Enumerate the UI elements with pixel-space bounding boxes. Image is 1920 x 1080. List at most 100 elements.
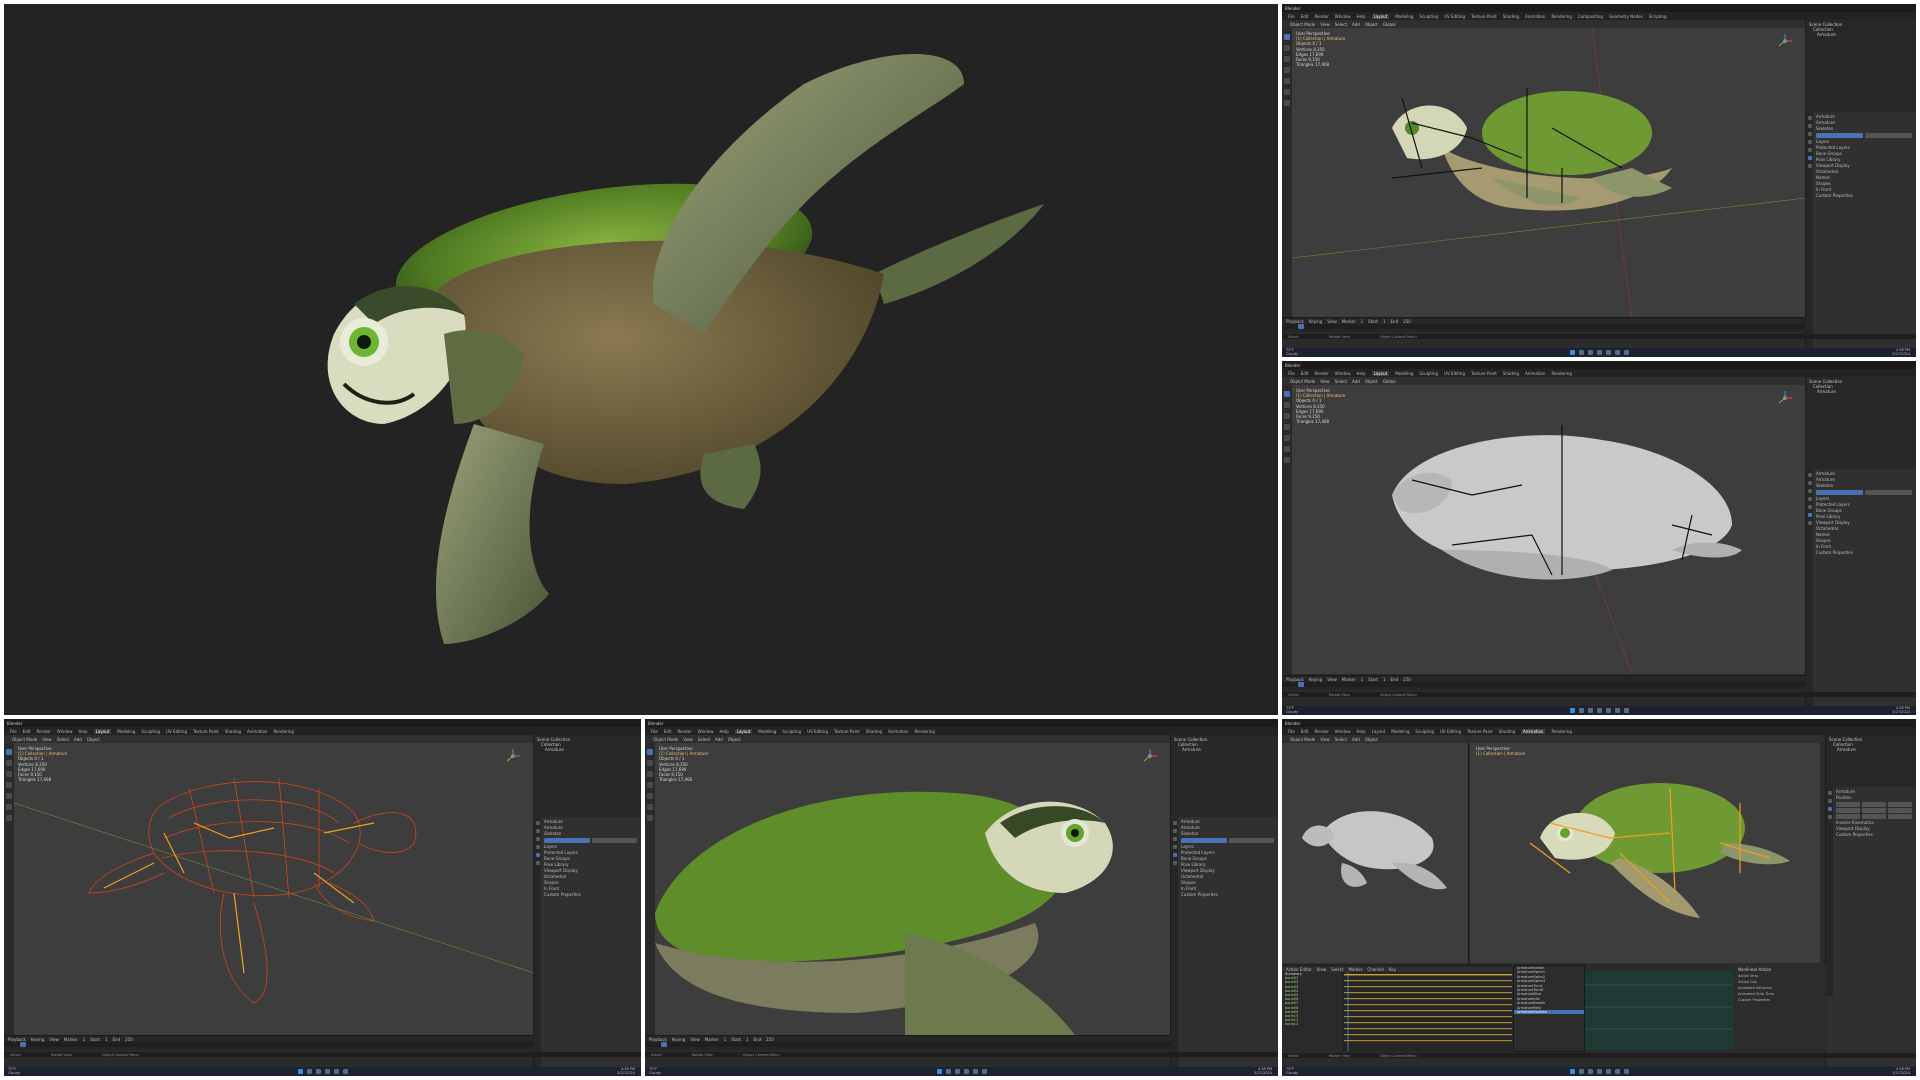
add-menu[interactable]: Add [1352, 379, 1360, 384]
timeline-view[interactable]: View [1327, 319, 1337, 324]
object-menu[interactable]: Object [1365, 379, 1378, 384]
dopesheet-channel[interactable]: Channel [1367, 967, 1383, 972]
tab-animation[interactable]: Animation [1525, 14, 1545, 19]
tab-animation[interactable]: Animation [888, 729, 908, 734]
menu-edit[interactable]: Edit [1301, 729, 1309, 734]
action-dropdown[interactable]: ArmatureAction ArmatureSwim1 ArmatureSwi… [1513, 965, 1585, 1052]
view-menu[interactable]: View [1320, 379, 1330, 384]
explorer-icon[interactable] [1596, 1069, 1602, 1074]
weather-widget[interactable]: 75°F Cloudy [8, 1067, 20, 1075]
rotate-icon[interactable] [6, 771, 12, 777]
weather-widget[interactable]: 75°F Cloudy [1286, 706, 1298, 714]
outliner-item[interactable]: Armature [1829, 747, 1913, 752]
menu-file[interactable]: File [1288, 371, 1295, 376]
menu-render[interactable]: Render [1314, 371, 1328, 376]
menu-file[interactable]: File [1288, 729, 1295, 734]
tab-sculpting[interactable]: Sculpting [1419, 371, 1438, 376]
tab-modeling[interactable]: Modeling [1395, 14, 1413, 19]
browser-icon[interactable] [1605, 1069, 1611, 1074]
mode-select[interactable]: Object Mode [1290, 22, 1315, 27]
object-tab-icon[interactable] [1807, 148, 1812, 152]
windows-icon[interactable] [1569, 350, 1575, 355]
bone-tab-icon[interactable] [535, 861, 540, 865]
annotate-icon[interactable] [1284, 446, 1290, 452]
menu-help[interactable]: Help [719, 729, 728, 734]
timeline-keying[interactable]: Keying [1309, 319, 1322, 324]
scene-tab-icon[interactable] [1827, 799, 1832, 803]
scale-icon[interactable] [1284, 67, 1290, 73]
cursor-icon[interactable] [647, 749, 653, 755]
object-tab-icon[interactable] [1807, 505, 1812, 509]
weather-widget[interactable]: 75°F Cloudy [1286, 1067, 1298, 1075]
timeline-marker[interactable]: Marker [705, 1037, 719, 1042]
select-menu[interactable]: Select [1335, 737, 1347, 742]
search-icon[interactable] [1578, 1069, 1584, 1074]
outliner-item[interactable]: Armature [1809, 32, 1913, 37]
menu-render[interactable]: Render [36, 729, 50, 734]
armature-data-tab-icon[interactable] [535, 853, 540, 857]
current-frame[interactable]: 1 [83, 1037, 86, 1042]
tab-layout[interactable]: Layout [1372, 729, 1386, 734]
3d-viewport[interactable] [655, 743, 1171, 1035]
pose-rest-toggle[interactable] [544, 838, 637, 843]
tab-modeling[interactable]: Modeling [758, 729, 776, 734]
select-menu[interactable]: Select [1335, 22, 1347, 27]
browser-icon[interactable] [1605, 350, 1611, 355]
timeline-ruler[interactable] [1282, 682, 1806, 687]
action-item-selected[interactable]: ArmatureSurface [1514, 1010, 1584, 1015]
timeline-playback[interactable]: Playback [8, 1037, 26, 1042]
object-menu[interactable]: Object [1365, 22, 1378, 27]
timeline-playback[interactable]: Playback [1286, 677, 1304, 682]
timeline-ruler[interactable] [645, 1042, 1171, 1047]
output-tab-icon[interactable] [1807, 489, 1812, 493]
add-menu[interactable]: Add [1352, 22, 1360, 27]
armature-data-tab-icon[interactable] [1807, 156, 1812, 160]
outliner-item[interactable]: Armature [1174, 747, 1275, 752]
outliner-item[interactable]: Armature [1809, 389, 1913, 394]
move-icon[interactable] [1284, 45, 1290, 51]
move-icon[interactable] [6, 760, 12, 766]
end-frame[interactable]: 250 [1403, 677, 1411, 682]
select-menu[interactable]: Select [698, 737, 710, 742]
section-custom-properties[interactable]: Custom Properties [1816, 193, 1912, 199]
bone-tab-icon[interactable] [1172, 861, 1177, 865]
pose-rest-toggle[interactable] [1181, 838, 1274, 843]
object-tab-icon[interactable] [1172, 845, 1177, 849]
timeline-view[interactable]: View [690, 1037, 700, 1042]
start-frame[interactable]: 1 [1383, 319, 1386, 324]
keyframe-area[interactable] [1344, 972, 1512, 1051]
section-custom-properties[interactable]: Custom Properties [1836, 832, 1912, 838]
search-icon[interactable] [945, 1069, 951, 1074]
explorer-icon[interactable] [963, 1069, 969, 1074]
explorer-icon[interactable] [324, 1069, 330, 1074]
object-tab-icon[interactable] [535, 845, 540, 849]
tab-shading[interactable]: Shading [866, 729, 882, 734]
object-tab-icon[interactable] [1827, 807, 1832, 811]
3d-viewport[interactable] [1470, 743, 1820, 963]
windows-icon[interactable] [1569, 1069, 1575, 1074]
app-icon[interactable] [1623, 1069, 1629, 1074]
add-menu[interactable]: Add [74, 737, 82, 742]
weather-widget[interactable]: 75°F Cloudy [649, 1067, 661, 1075]
measure-icon[interactable] [1284, 457, 1290, 463]
measure-icon[interactable] [6, 815, 12, 821]
tab-sculpting[interactable]: Sculpting [1415, 729, 1434, 734]
dopesheet-mode[interactable]: Action Editor [1286, 967, 1312, 972]
navigation-gizmo-icon[interactable] [1776, 32, 1794, 50]
transform-icon[interactable] [6, 793, 12, 799]
tab-uv-editing[interactable]: UV Editing [166, 729, 187, 734]
view-menu[interactable]: View [1320, 22, 1330, 27]
end-frame[interactable]: 250 [1403, 319, 1411, 324]
windows-icon[interactable] [936, 1069, 942, 1074]
dope-sheet[interactable]: Action Editor View Select Marker Channel… [1282, 965, 1512, 1051]
pose-rest-toggle[interactable] [1816, 133, 1912, 138]
taskview-icon[interactable] [1587, 708, 1593, 713]
armature-data-tab-icon[interactable] [1807, 513, 1812, 517]
timeline-playback[interactable]: Playback [649, 1037, 667, 1042]
transform-icon[interactable] [1284, 435, 1290, 441]
tool-tab-icon[interactable] [1172, 821, 1177, 825]
menu-file[interactable]: File [651, 729, 658, 734]
start-frame[interactable]: 1 [105, 1037, 108, 1042]
section-skeleton[interactable]: Skeleton [544, 831, 637, 837]
playhead[interactable] [1297, 682, 1304, 687]
